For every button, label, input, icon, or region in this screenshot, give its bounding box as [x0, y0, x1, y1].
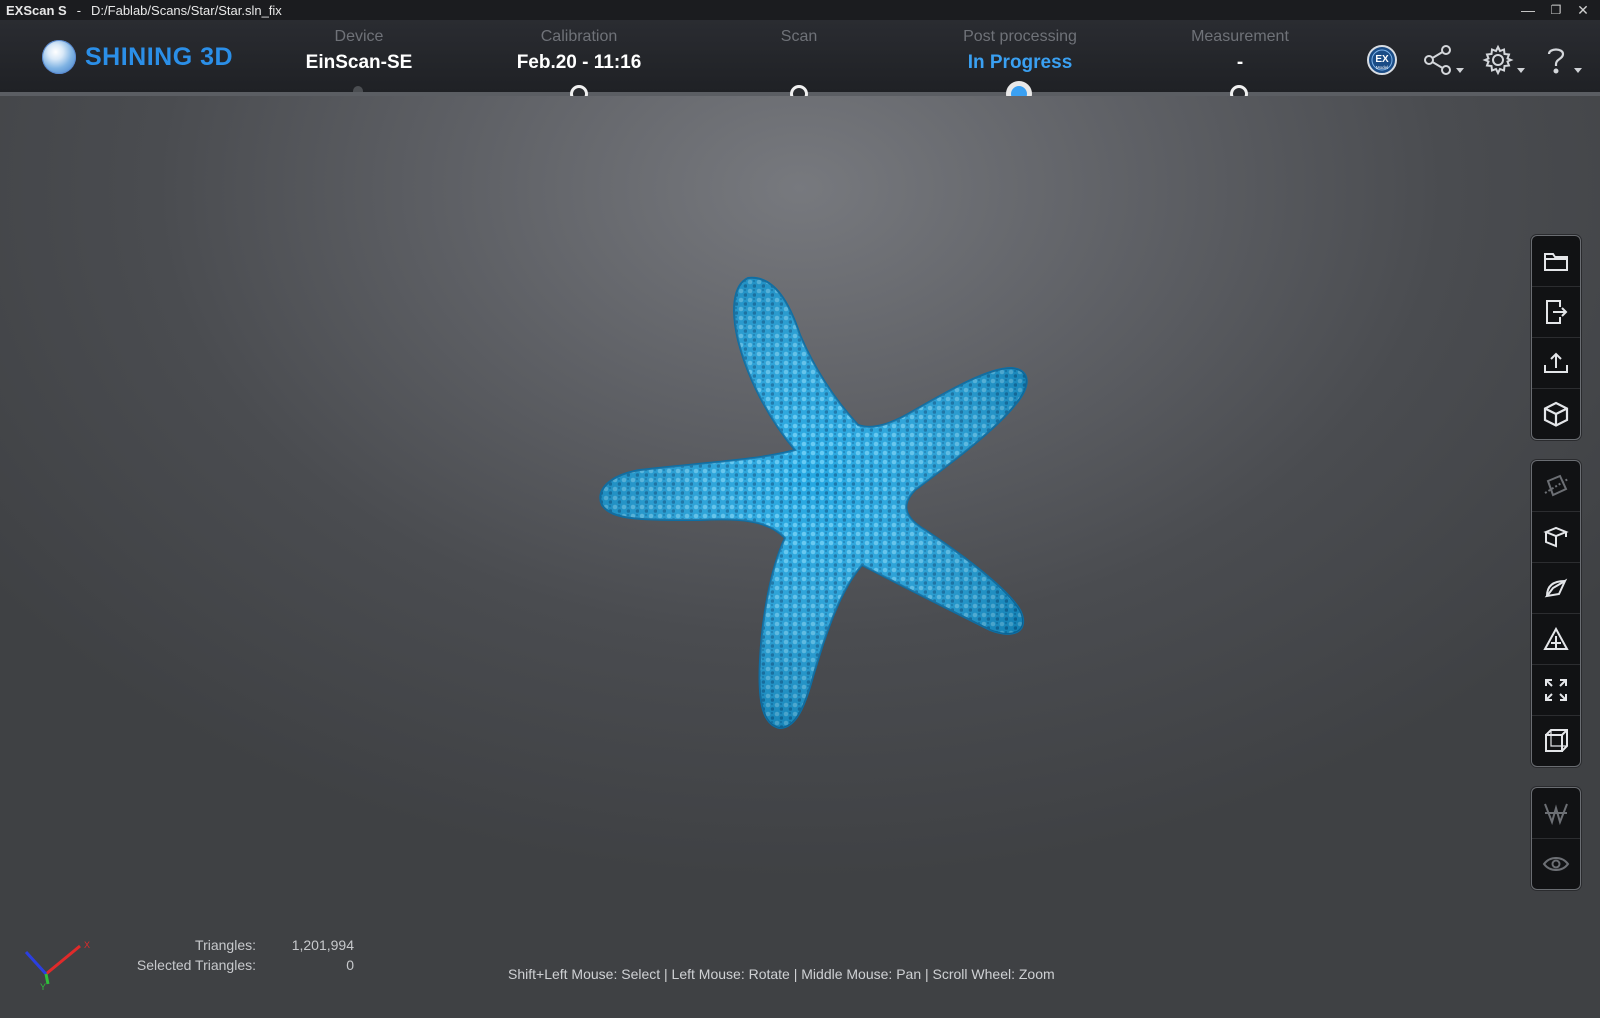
- restore-button[interactable]: ❐: [1543, 0, 1569, 20]
- brand-logo: SHINING 3D: [42, 40, 233, 74]
- selected-triangles-value: 0: [346, 957, 354, 973]
- exmodel-badge-text: EX: [1375, 54, 1389, 65]
- step-value: [699, 52, 899, 76]
- open-folder-icon: [1544, 253, 1568, 271]
- curve-button[interactable]: [1532, 563, 1580, 614]
- cube-view-button[interactable]: [1532, 389, 1580, 439]
- wireframe-box-icon: [1545, 729, 1568, 752]
- file-path: D:/Fablab/Scans/Star/Star.sln_fix: [91, 2, 282, 18]
- toolbar-edit-group: [1531, 460, 1581, 767]
- export-button[interactable]: [1532, 287, 1580, 338]
- logo-sphere-icon: [42, 40, 76, 74]
- step-value: In Progress: [967, 52, 1073, 73]
- step-measurement[interactable]: Measurement -: [1140, 20, 1340, 76]
- share-dropdown-icon[interactable]: [1456, 68, 1464, 73]
- mesh-icon: [1544, 803, 1568, 826]
- step-label: Measurement: [1191, 28, 1289, 45]
- plane-cut-button[interactable]: [1532, 461, 1580, 512]
- triangle-button[interactable]: [1532, 614, 1580, 665]
- 3d-viewport[interactable]: [0, 96, 1600, 1018]
- starfish-model[interactable]: [0, 96, 1600, 1018]
- toolbar-display-group: [1531, 787, 1581, 890]
- toolbar-file-group: [1531, 235, 1581, 440]
- axis-gizmo-icon: X Y: [24, 940, 90, 992]
- step-label: Scan: [780, 28, 818, 45]
- app-name: EXScan S: [6, 2, 67, 18]
- exmodel-icon[interactable]: EX Model: [1364, 42, 1400, 78]
- close-button[interactable]: ✕: [1570, 0, 1596, 20]
- plane-cut-icon: [1544, 474, 1569, 497]
- box-icon: [1543, 526, 1569, 548]
- window-titlebar: EXScan S - D:/Fablab/Scans/Star/Star.sln…: [0, 0, 1600, 20]
- step-label: Device: [334, 28, 384, 45]
- share-icon[interactable]: [1420, 42, 1456, 78]
- exmodel-caption-text: Model: [1376, 65, 1388, 70]
- step-label: Post processing: [963, 28, 1077, 45]
- title-separator: -: [76, 2, 82, 18]
- open-folder-button[interactable]: [1532, 236, 1580, 287]
- step-calibration[interactable]: Calibration Feb.20 - 11:16: [479, 20, 679, 76]
- export-icon: [1546, 300, 1568, 324]
- fit-view-button[interactable]: [1532, 665, 1580, 716]
- upload-button[interactable]: [1532, 338, 1580, 389]
- help-icon[interactable]: [1538, 42, 1574, 78]
- cube-icon: [1543, 401, 1569, 427]
- axis-x-label: X: [84, 940, 90, 950]
- step-label: Calibration: [540, 28, 618, 45]
- wireframe-box-button[interactable]: [1532, 716, 1580, 766]
- step-scan[interactable]: Scan: [699, 20, 899, 76]
- settings-dropdown-icon[interactable]: [1517, 68, 1525, 73]
- visibility-button[interactable]: [1532, 839, 1580, 889]
- settings-icon[interactable]: [1480, 42, 1516, 78]
- step-value: -: [1236, 52, 1244, 73]
- step-device[interactable]: Device EinScan-SE: [259, 20, 459, 76]
- mesh-display-button[interactable]: [1532, 788, 1580, 839]
- selected-triangles-label: Selected Triangles:: [136, 957, 256, 973]
- help-dropdown-icon[interactable]: [1574, 68, 1582, 73]
- step-value: Feb.20 - 11:16: [516, 52, 642, 73]
- fit-view-icon: [1545, 679, 1567, 701]
- step-value: EinScan-SE: [305, 52, 413, 73]
- box-select-button[interactable]: [1532, 512, 1580, 563]
- curve-icon: [1544, 578, 1568, 598]
- workflow-header: SHINING 3D Device EinScan-SE Calibration…: [0, 20, 1600, 92]
- logo-text: SHINING 3D: [85, 42, 234, 71]
- axis-y-label: Y: [40, 982, 46, 992]
- step-node-device: [353, 86, 363, 92]
- mouse-controls-hint: Shift+Left Mouse: Select | Left Mouse: R…: [508, 966, 1055, 982]
- stats-labels: Triangles: Selected Triangles:: [130, 937, 256, 973]
- eye-icon: [1542, 857, 1570, 871]
- triangle-icon: [1543, 627, 1569, 650]
- upload-icon: [1544, 352, 1568, 373]
- minimize-button[interactable]: —: [1515, 0, 1541, 20]
- stats-values: 1,201,994 0: [270, 937, 354, 973]
- triangles-value: 1,201,994: [291, 937, 354, 953]
- triangles-label: Triangles:: [195, 937, 256, 953]
- step-post-processing[interactable]: Post processing In Progress: [920, 20, 1120, 76]
